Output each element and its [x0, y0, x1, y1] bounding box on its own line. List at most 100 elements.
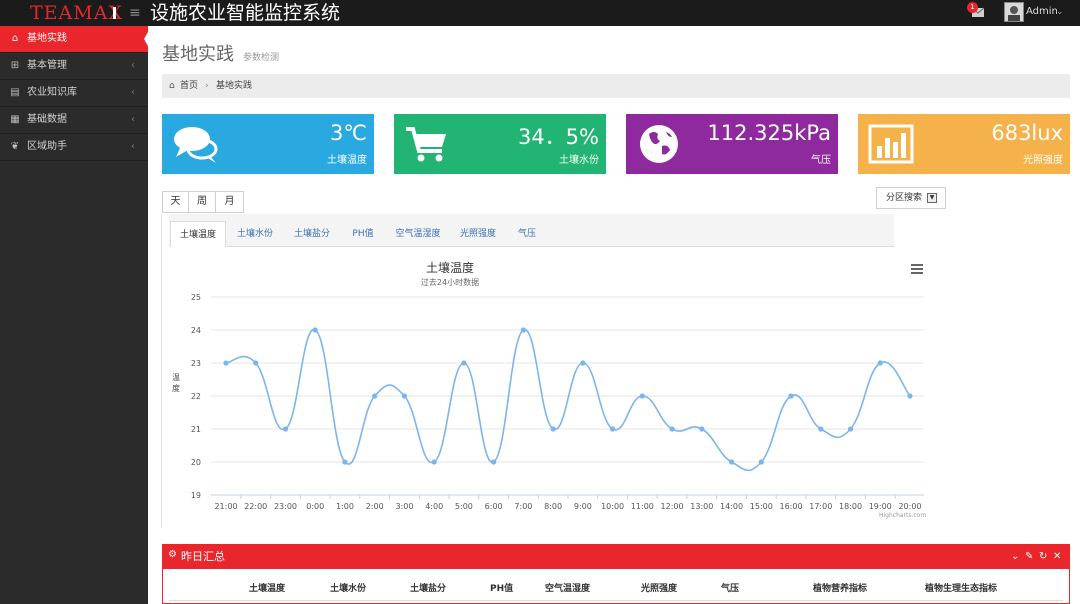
chart-menu-icon[interactable]	[911, 263, 923, 274]
data-point[interactable]	[282, 426, 289, 432]
chevron-down-icon[interactable]: ⌄	[1056, 0, 1064, 24]
data-point[interactable]	[520, 327, 526, 333]
data-point[interactable]	[491, 459, 497, 465]
summary-col-header: 气压	[721, 584, 740, 594]
chart-credits[interactable]: Highcharts.com	[879, 512, 926, 519]
tab-air-temp-humidity[interactable]: 空气温湿度	[390, 221, 446, 247]
x-tick-label: 3:00	[395, 502, 413, 511]
chevron-left-icon: ‹	[131, 60, 135, 71]
x-tick-label: 5:00	[455, 502, 473, 511]
y-tick-label: 20	[191, 458, 201, 467]
breadcrumb-home-link[interactable]: 首页	[180, 74, 198, 98]
data-point[interactable]	[253, 360, 259, 366]
wrench-icon[interactable]: ✎	[1025, 551, 1033, 562]
data-point[interactable]	[907, 393, 913, 399]
cogs-icon: ⚙	[168, 549, 177, 560]
data-point[interactable]	[818, 426, 824, 432]
table-icon: ▦	[10, 114, 20, 125]
data-point[interactable]	[580, 360, 586, 366]
x-tick-label: 21:00	[214, 502, 237, 511]
summary-col-header: 植物营养指标	[813, 584, 868, 594]
page-subtitle: 参数检测	[243, 53, 280, 63]
summary-header	[162, 544, 1070, 569]
data-point[interactable]	[877, 360, 883, 366]
chevron-left-icon: ‹	[131, 87, 135, 98]
globe-icon	[640, 125, 678, 163]
data-point[interactable]	[223, 360, 229, 366]
data-point[interactable]	[669, 426, 675, 432]
zone-search-select[interactable]: 分区搜索 ▼	[876, 187, 946, 209]
avatar[interactable]	[1004, 2, 1024, 22]
bar-chart-icon	[868, 124, 914, 164]
sidebar-item-base-data[interactable]: ▦ 基础数据 ‹	[0, 107, 148, 134]
data-point[interactable]	[461, 360, 467, 366]
tab-soil-salinity[interactable]: 土壤盐分	[287, 221, 337, 247]
tile-soil-temperature[interactable]: 3℃ 土壤温度	[162, 114, 374, 174]
breadcrumb: ⌂ 首页 › 基地实践	[162, 74, 1070, 98]
x-tick-label: 1:00	[336, 502, 354, 511]
logo[interactable]: TEAMAX	[30, 0, 123, 26]
summary-col-header: 光照强度	[641, 584, 678, 594]
tab-soil-moisture[interactable]: 土壤水份	[230, 221, 280, 247]
sidebar-item-label: 区域助手	[27, 141, 67, 152]
y-tick-label: 22	[191, 392, 201, 401]
refresh-icon[interactable]: ↻	[1039, 551, 1047, 562]
period-month-button[interactable]: 月	[215, 191, 244, 213]
notification-badge: 1	[967, 2, 978, 13]
close-icon[interactable]: ✕	[1053, 551, 1061, 562]
data-point[interactable]	[788, 393, 794, 399]
sidebar-item-knowledge-base[interactable]: ▤ 农业知识库 ‹	[0, 80, 148, 107]
x-tick-label: 16:00	[780, 502, 803, 511]
sitemap-icon: ⊞	[10, 60, 20, 71]
sidebar-item-basic-management[interactable]: ⊞ 基本管理 ‹	[0, 53, 148, 80]
tile-value: 112.325kPa	[707, 121, 831, 145]
x-tick-label: 8:00	[544, 502, 562, 511]
x-tick-label: 9:00	[574, 502, 592, 511]
x-tick-label: 17:00	[809, 502, 832, 511]
system-title: 设施农业智能监控系统	[150, 2, 341, 24]
tile-air-pressure[interactable]: 112.325kPa 气压	[626, 114, 838, 174]
data-point[interactable]	[699, 426, 705, 432]
x-tick-label: 6:00	[485, 502, 503, 511]
summary-title: 昨日汇总	[181, 550, 225, 563]
tab-ph[interactable]: PH值	[345, 221, 381, 247]
series-line	[225, 329, 911, 472]
tile-light-intensity[interactable]: 683lux 光照强度	[858, 114, 1070, 174]
breadcrumb-separator: ›	[205, 81, 209, 91]
data-point[interactable]	[431, 459, 437, 465]
tab-air-pressure[interactable]: 气压	[512, 221, 542, 247]
data-point[interactable]	[342, 459, 348, 465]
sidebar-item-base-practice[interactable]: ⌂ 基地实践	[0, 26, 149, 53]
summary-col-header: 土壤温度	[249, 584, 286, 594]
data-point[interactable]	[728, 459, 735, 465]
user-name[interactable]: Admin	[1026, 0, 1058, 24]
chevron-left-icon: ‹	[131, 141, 135, 152]
data-point[interactable]	[372, 393, 378, 399]
data-point[interactable]	[847, 426, 854, 432]
data-point[interactable]	[312, 327, 318, 333]
x-tick-label: 19:00	[869, 502, 892, 511]
summary-col-header: 植物生理生态指标	[925, 584, 998, 594]
data-point[interactable]	[639, 393, 645, 399]
sidebar-item-region-assistant[interactable]: ❦ 区域助手 ‹	[0, 134, 148, 161]
tab-light-intensity[interactable]: 光照强度	[454, 221, 502, 247]
x-tick-label: 13:00	[690, 502, 713, 511]
collapse-icon[interactable]: ⌄	[1011, 551, 1019, 562]
sidebar-item-label: 基本管理	[27, 60, 67, 71]
cart-icon	[406, 127, 446, 162]
data-point[interactable]	[610, 426, 616, 432]
tile-soil-moisture[interactable]: 34．5% 土壤水份	[394, 114, 606, 174]
tab-soil-temperature[interactable]: 土壤温度	[170, 221, 226, 247]
active-indicator	[144, 30, 149, 48]
summary-col-header: 空气温湿度	[545, 584, 591, 594]
data-point[interactable]	[401, 393, 408, 399]
data-point[interactable]	[758, 459, 764, 465]
x-tick-label: 20:00	[898, 502, 921, 511]
breadcrumb-current: 基地实践	[216, 81, 253, 91]
period-week-button[interactable]: 周	[188, 191, 216, 213]
menu-toggle-icon[interactable]: ≡	[129, 3, 143, 23]
data-point[interactable]	[550, 426, 556, 432]
summary-divider	[169, 600, 1063, 601]
period-day-button[interactable]: 天	[162, 191, 189, 213]
x-tick-label: 7:00	[514, 502, 532, 511]
